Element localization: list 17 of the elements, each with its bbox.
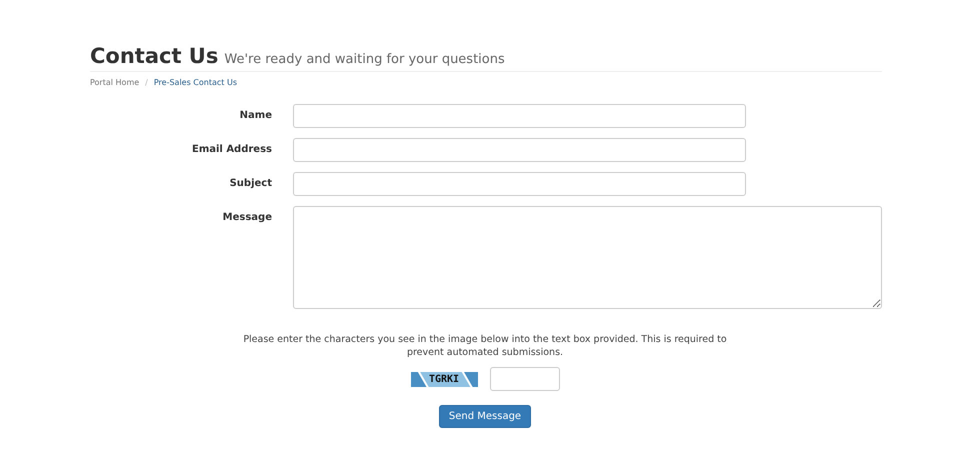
breadcrumb-link[interactable]: Portal Home — [90, 78, 140, 87]
input-field[interactable] — [293, 104, 746, 128]
breadcrumb-link[interactable]: Pre-Sales Contact Us — [154, 78, 237, 87]
field-label: Subject — [228, 177, 272, 191]
field-label: Message — [222, 211, 272, 225]
input-field[interactable] — [293, 138, 746, 162]
input-field[interactable] — [293, 172, 746, 196]
captcha-instructions: Please enter the characters you see in the image below into the text box provided. This is required to prevent automated submissions. — [242, 333, 728, 359]
breadcrumb-separator: / — [145, 78, 148, 87]
captcha-field[interactable] — [490, 367, 560, 391]
message-field[interactable] — [293, 206, 882, 309]
field-label: Name — [238, 109, 272, 123]
field-label: Email Address — [190, 143, 272, 157]
send-message-button[interactable]: Send Message — [438, 405, 532, 428]
page-title: Contact Us — [90, 44, 218, 68]
captcha-image: TGRKI — [410, 372, 478, 386]
page-subtitle: We're ready and waiting for your questions — [224, 52, 505, 67]
